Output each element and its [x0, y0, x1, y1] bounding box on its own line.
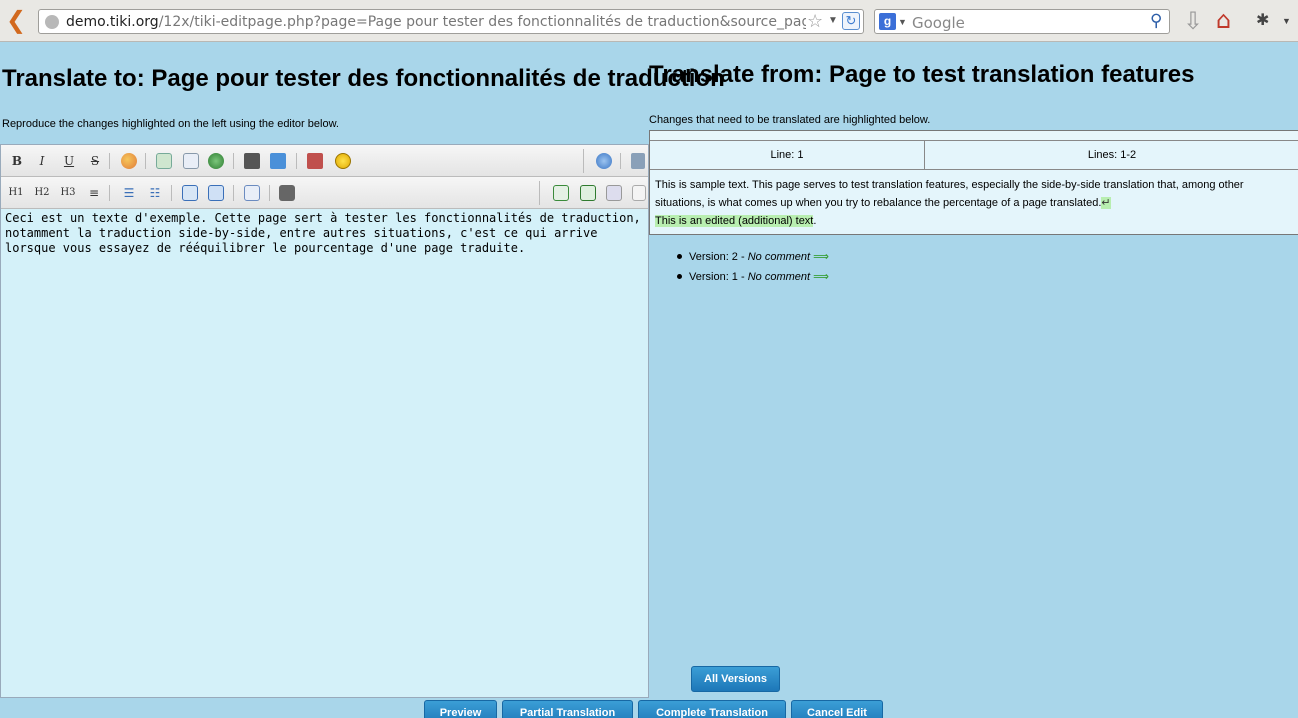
- search-input[interactable]: Google: [912, 14, 965, 32]
- table-icon[interactable]: [244, 185, 260, 201]
- url-text[interactable]: demo.tiki.org/12x/tiki-editpage.php?page…: [66, 14, 806, 31]
- browser-toolbar: ❮ demo.tiki.org/12x/tiki-editpage.php?pa…: [0, 0, 1298, 42]
- paste-icon[interactable]: [183, 153, 199, 169]
- smiley-icon[interactable]: [335, 153, 351, 169]
- toolbar-divider: [539, 181, 540, 205]
- toolbar-divider: [269, 185, 270, 201]
- version-label: Version: 2 -: [689, 251, 748, 263]
- editor-toolbar-row-1: B I U S: [1, 145, 648, 177]
- toolbar-divider: [171, 185, 172, 201]
- toolbar-divider: [109, 185, 110, 201]
- page-icon[interactable]: [208, 185, 224, 201]
- settings-wrench-icon[interactable]: [631, 153, 645, 169]
- chevron-down-icon[interactable]: ▼: [828, 15, 838, 26]
- toolbar-divider: [145, 153, 146, 169]
- toolbar-divider: [233, 185, 234, 201]
- structure-icon[interactable]: [606, 185, 622, 201]
- plugin-icon[interactable]: [307, 153, 323, 169]
- cancel-edit-button[interactable]: Cancel Edit: [791, 700, 883, 718]
- home-icon[interactable]: ⌂: [1216, 6, 1231, 34]
- diff-content: This is sample text. This page serves to…: [655, 176, 1290, 230]
- editor-instructions: Reproduce the changes highlighted on the…: [2, 118, 339, 130]
- document-icon[interactable]: [632, 185, 646, 201]
- layout-icon[interactable]: [580, 185, 596, 201]
- url-domain: demo.tiki.org: [66, 14, 159, 30]
- copy-icon[interactable]: [156, 153, 172, 169]
- align-center-icon[interactable]: ≡: [85, 184, 103, 202]
- wiki-editor: B I U S H1 H2 H3 ≡ ☰ ☷ Ceci est un texte…: [0, 144, 649, 698]
- bug-icon[interactable]: ✱: [1256, 10, 1269, 29]
- version-comment: No comment: [747, 251, 811, 263]
- replace-icon[interactable]: [270, 153, 286, 169]
- diff-line-end: .: [813, 215, 817, 227]
- bullet-list-icon[interactable]: ☰: [120, 184, 138, 202]
- color-palette-icon[interactable]: [121, 153, 137, 169]
- all-versions-button[interactable]: All Versions: [691, 666, 780, 692]
- link-icon[interactable]: [208, 153, 224, 169]
- partial-translation-button[interactable]: Partial Translation: [502, 700, 633, 718]
- translate-to-title: Translate to: Page pour tester des fonct…: [2, 65, 725, 92]
- list-item: Version: 2 - No comment ⟹: [677, 247, 829, 267]
- numbered-list-icon[interactable]: ☷: [146, 184, 164, 202]
- diff-table-top-row: [650, 131, 1298, 141]
- view-arrow-icon[interactable]: ⟹: [813, 250, 829, 263]
- camera-icon[interactable]: [279, 185, 295, 201]
- complete-translation-button[interactable]: Complete Translation: [638, 700, 786, 718]
- diff-left-header: Line: 1: [650, 141, 925, 170]
- url-bar[interactable]: demo.tiki.org/12x/tiki-editpage.php?page…: [38, 9, 864, 34]
- download-icon[interactable]: ⇩: [1183, 7, 1203, 35]
- toolbar-divider: [620, 153, 621, 169]
- editor-toolbar-row-2: H1 H2 H3 ≡ ☰ ☷: [1, 177, 648, 209]
- strikethrough-button[interactable]: S: [86, 152, 104, 170]
- chevron-down-icon[interactable]: ▼: [1282, 16, 1291, 26]
- google-icon[interactable]: g: [879, 13, 896, 30]
- diff-line-1: This is sample text. This page serves to…: [655, 179, 1244, 209]
- return-icon: ↵: [1101, 197, 1111, 209]
- search-icon[interactable]: ⚲: [1150, 11, 1162, 31]
- help-icon[interactable]: [596, 153, 612, 169]
- reload-icon[interactable]: ↻: [842, 12, 860, 30]
- diff-added-line: This is an edited (additional) text: [655, 215, 814, 227]
- back-arrow-icon[interactable]: ❮: [4, 8, 28, 34]
- underline-button[interactable]: U: [60, 152, 78, 170]
- version-comment: No comment: [747, 271, 811, 283]
- diff-table: Line: 1 Lines: 1-2 This is sample text. …: [649, 130, 1298, 235]
- find-icon[interactable]: [244, 153, 260, 169]
- url-path: /12x/tiki-editpage.php?page=Page pour te…: [158, 14, 806, 30]
- list-item: Version: 1 - No comment ⟹: [677, 267, 829, 287]
- diff-instructions: Changes that need to be translated are h…: [649, 114, 931, 126]
- version-label: Version: 1 -: [689, 271, 748, 283]
- globe-icon: [45, 15, 59, 29]
- toolbar-divider: [583, 149, 584, 173]
- view-arrow-icon[interactable]: ⟹: [813, 270, 829, 283]
- translate-from-title: Translate from: Page to test translation…: [649, 61, 1195, 88]
- preview-button[interactable]: Preview: [424, 700, 497, 718]
- chevron-down-icon[interactable]: ▼: [898, 17, 907, 27]
- heading-1-button[interactable]: H1: [7, 184, 25, 202]
- search-bar[interactable]: g ▼ Google ⚲: [874, 9, 1170, 34]
- editor-textarea[interactable]: Ceci est un texte d'exemple. Cette page …: [1, 210, 648, 697]
- heading-2-button[interactable]: H2: [33, 184, 51, 202]
- bold-button[interactable]: B: [8, 152, 26, 170]
- new-window-icon[interactable]: [553, 185, 569, 201]
- heading-3-button[interactable]: H3: [59, 184, 77, 202]
- toolbar-divider: [233, 153, 234, 169]
- toolbar-divider: [109, 153, 110, 169]
- horizontal-rule-icon[interactable]: [182, 185, 198, 201]
- bookmark-star-icon[interactable]: ☆: [807, 11, 823, 32]
- italic-button[interactable]: I: [33, 152, 51, 170]
- version-list: Version: 2 - No comment ⟹ Version: 1 - N…: [677, 247, 829, 287]
- toolbar-divider: [296, 153, 297, 169]
- diff-right-header: Lines: 1-2: [925, 141, 1298, 170]
